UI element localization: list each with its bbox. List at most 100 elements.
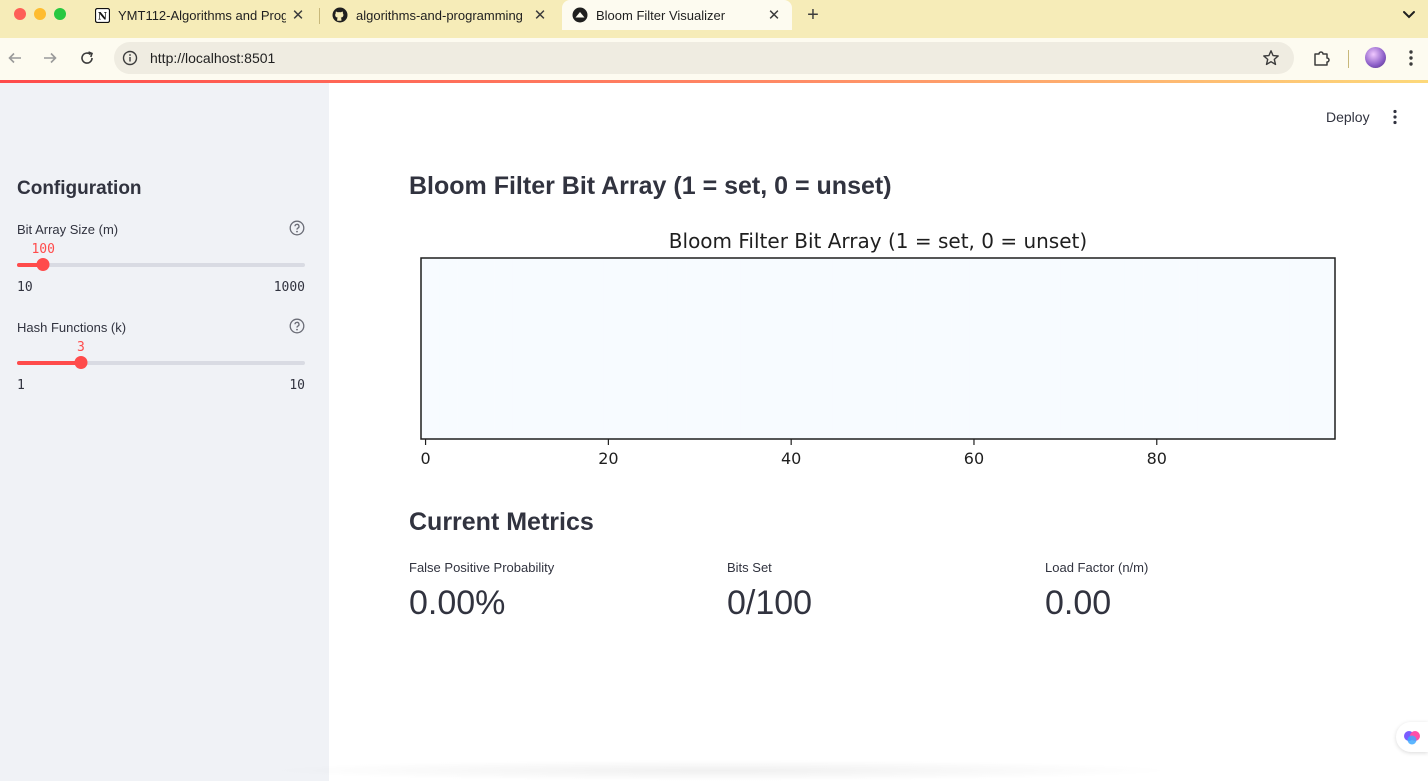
bit-cell [1289, 258, 1299, 439]
slider-hash-functions: Hash Functions (k) 3 1 10 [17, 318, 305, 410]
bit-cell [1024, 258, 1034, 439]
metric-value: 0.00% [409, 584, 506, 622]
sidebar: Configuration Bit Array Size (m) 100 10 … [0, 83, 329, 781]
bit-cell [914, 258, 924, 439]
bit-cell [622, 258, 632, 439]
browser-menu-icon[interactable] [1402, 48, 1420, 73]
bit-cell [1261, 258, 1272, 439]
bit-cell [667, 258, 678, 439]
bit-cell [512, 258, 522, 439]
bookmark-star-icon[interactable] [1262, 49, 1280, 72]
minimize-window-button[interactable] [34, 8, 46, 20]
deploy-button[interactable]: Deploy [1316, 107, 1380, 127]
profile-avatar[interactable] [1365, 47, 1386, 68]
back-arrow-icon[interactable] [5, 48, 25, 68]
tab-notion[interactable]: N YMT112-Algorithms and Prog ✕ [84, 0, 316, 30]
more-options-icon[interactable] [1386, 108, 1404, 126]
metric-value: 0.00 [1045, 584, 1112, 622]
url-text[interactable]: http://localhost:8501 [150, 50, 275, 66]
bit-cell [731, 258, 742, 439]
bit-cell [1015, 258, 1025, 439]
bit-cell [585, 258, 595, 439]
help-icon[interactable] [289, 220, 305, 241]
bit-cell [603, 258, 614, 439]
bit-cell [859, 258, 870, 439]
streamlit-icon [572, 7, 588, 23]
bit-cell [1216, 258, 1226, 439]
close-icon[interactable]: ✕ [290, 6, 306, 24]
tab-bloom-filter-visualizer[interactable]: Bloom Filter Visualizer ✕ [562, 0, 792, 30]
bit-cell [1106, 258, 1116, 439]
bit-cell [457, 258, 467, 439]
bit-cell [686, 258, 696, 439]
metric-value: 0/100 [727, 584, 813, 622]
bit-cell [1161, 258, 1171, 439]
bit-cell [750, 258, 760, 439]
bit-cell [1207, 258, 1217, 439]
address-bar[interactable]: http://localhost:8501 [114, 42, 1294, 74]
svg-text:N: N [97, 11, 106, 22]
bit-cell [823, 258, 833, 439]
bit-cell [695, 258, 705, 439]
slider-min-value: 10 [17, 280, 33, 295]
bit-cell [1060, 258, 1071, 439]
site-info-icon[interactable] [122, 50, 138, 71]
close-icon[interactable]: ✕ [766, 6, 782, 24]
bit-cell [932, 258, 943, 439]
sidebar-heading: Configuration [17, 178, 142, 199]
metric-label: Load Factor (n/m) [1045, 560, 1149, 575]
bit-cell [567, 258, 577, 439]
bit-cell [558, 258, 568, 439]
bit-cell [475, 258, 486, 439]
bit-cell [969, 258, 979, 439]
bit-cell [704, 258, 714, 439]
slider-thumb[interactable] [74, 356, 88, 369]
bit-cell [941, 258, 952, 439]
bit-cell [850, 258, 861, 439]
slider-current-value: 100 [31, 242, 55, 257]
bit-cell [1097, 258, 1107, 439]
bit-cell [841, 258, 851, 439]
bit-cell [631, 258, 641, 439]
bit-cell [576, 258, 586, 439]
bit-cell [1152, 258, 1162, 439]
bit-cell [987, 258, 998, 439]
slider-track[interactable] [17, 263, 305, 267]
forward-arrow-icon[interactable] [40, 48, 60, 68]
bit-cell [1088, 258, 1098, 439]
bit-cell [1079, 258, 1089, 439]
help-icon[interactable] [289, 318, 305, 339]
bit-cell [421, 258, 431, 439]
close-window-button[interactable] [14, 8, 26, 20]
extensions-puzzle-icon[interactable] [1312, 48, 1332, 73]
bit-cell [1005, 258, 1016, 439]
slider-current-value: 3 [77, 340, 85, 355]
close-icon[interactable]: ✕ [532, 6, 548, 24]
bit-cell [996, 258, 1007, 439]
bit-cell [887, 258, 897, 439]
bit-cell [503, 258, 513, 439]
bit-cell [713, 258, 723, 439]
chevron-down-icon[interactable] [1400, 4, 1418, 24]
maximize-window-button[interactable] [54, 8, 66, 20]
x-tick-label: 60 [964, 449, 984, 468]
slider-track[interactable] [17, 361, 305, 365]
new-tab-button[interactable]: + [803, 4, 823, 27]
bit-cell [1115, 258, 1126, 439]
slider-thumb[interactable] [36, 258, 50, 271]
metric-label: Bits Set [727, 560, 772, 575]
bit-cell [484, 258, 495, 439]
slider-max-value: 10 [289, 378, 305, 393]
browser-tab-bar: N YMT112-Algorithms and Prog ✕ algorithm… [0, 0, 1428, 38]
bit-cell [832, 258, 842, 439]
slider-bit-array-size: Bit Array Size (m) 100 10 1000 [17, 220, 305, 312]
bit-cell [640, 258, 650, 439]
assistant-icon[interactable] [1396, 722, 1428, 752]
tab-github[interactable]: algorithms-and-programming ✕ [322, 0, 558, 30]
x-tick-label: 0 [420, 449, 430, 468]
slider-max-value: 1000 [273, 280, 305, 295]
bit-cell [1234, 258, 1244, 439]
reload-icon[interactable] [77, 48, 97, 68]
metric-label: False Positive Probability [409, 560, 555, 575]
bit-cell [1170, 258, 1180, 439]
